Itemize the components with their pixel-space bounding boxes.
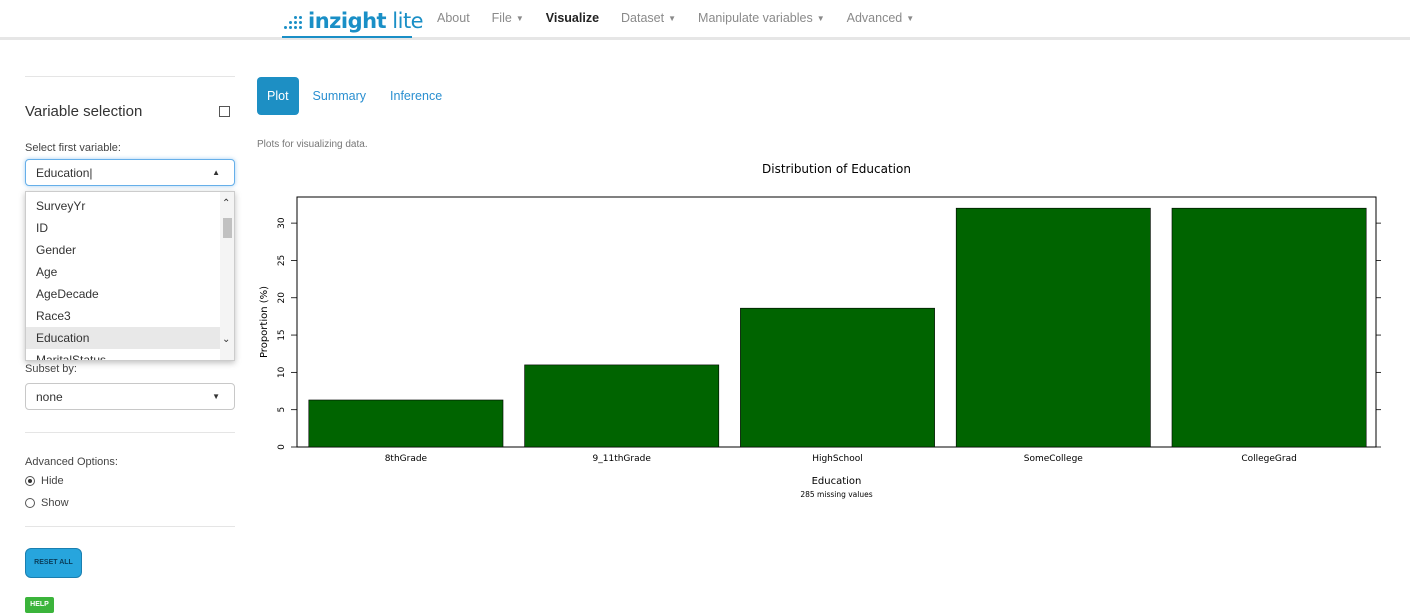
radio-show-label: Show <box>41 497 69 509</box>
nav-menu: About File ▼ Visualize Dataset ▼ Manipulate va… <box>437 11 936 25</box>
bar <box>740 307 935 448</box>
subset-value: none <box>36 390 63 404</box>
tab-plot[interactable]: Plot <box>257 77 299 115</box>
divider <box>25 76 235 77</box>
variable-dropdown-list[interactable]: SurveyYr ID Gender Age AgeDecade Race3 Educati… <box>25 191 235 361</box>
nav-item-dataset[interactable]: Dataset ▼ <box>621 11 676 25</box>
nav-item-advanced[interactable]: Advanced ▼ <box>847 11 915 25</box>
y-tick-label: 25 <box>277 255 287 266</box>
nav-item-file[interactable]: File ▼ <box>492 11 524 25</box>
dropdown-option[interactable]: SurveyYr <box>26 195 234 217</box>
divider <box>25 526 235 527</box>
advanced-options-label: Advanced Options: <box>25 456 118 468</box>
radio-hide-button[interactable] <box>25 476 35 486</box>
caret-down-icon: ▼ <box>515 14 524 23</box>
radio-show-button[interactable] <box>25 498 35 508</box>
first-variable-select[interactable]: Education| ▲ <box>25 159 235 186</box>
help-button[interactable]: HELP <box>25 597 54 613</box>
dropdown-option[interactable]: Education <box>26 327 234 349</box>
chart-title: Distribution of Education <box>762 162 911 176</box>
bar <box>524 364 720 448</box>
scroll-down-icon[interactable]: ⌄ <box>222 334 230 345</box>
dropdown-option[interactable]: AgeDecade <box>26 283 234 305</box>
caret-down-icon: ▼ <box>816 14 825 23</box>
subset-label: Subset by: <box>25 363 77 375</box>
subset-select[interactable]: none ▼ <box>25 383 235 410</box>
y-axis-label: Proportion (%) <box>259 286 270 358</box>
panel-toggle-checkbox[interactable] <box>219 106 230 117</box>
radio-show[interactable]: Show <box>25 497 69 509</box>
tab-inference[interactable]: Inference <box>380 77 452 115</box>
bar <box>308 399 504 448</box>
x-tick-label: SomeCollege <box>1024 454 1084 464</box>
y-tick-label: 20 <box>277 292 287 304</box>
bar-chart: Distribution of Education 8thGrade 9_11thG… <box>259 162 1381 499</box>
caret-down-icon: ▼ <box>212 392 220 401</box>
dropdown-option[interactable]: Race3 <box>26 305 234 327</box>
y-tick-label: 15 <box>277 329 287 340</box>
radio-hide-label: Hide <box>41 475 64 487</box>
divider <box>25 432 235 433</box>
y-tick-label: 10 <box>277 366 287 378</box>
x-tick-label: 9_11thGrade <box>593 454 652 464</box>
bar <box>955 207 1151 448</box>
brand-underline <box>282 36 412 38</box>
nav-item-about[interactable]: About <box>437 11 470 25</box>
first-variable-value: Education <box>36 166 90 180</box>
plot-description: Plots for visualizing data. <box>257 139 368 150</box>
caret-down-icon: ▼ <box>906 14 915 23</box>
dropdown-option[interactable]: Age <box>26 261 234 283</box>
dropdown-scrollbar[interactable]: ⌃ ⌄ <box>220 192 234 360</box>
x-axis-label: Education <box>812 476 862 487</box>
y-tick-label: 5 <box>277 407 287 413</box>
caret-up-icon: ▲ <box>212 168 220 177</box>
brand-name: inzight lite <box>308 9 424 33</box>
scroll-up-icon[interactable]: ⌃ <box>222 198 230 209</box>
nav-item-visualize[interactable]: Visualize <box>546 11 599 25</box>
y-tick-label: 30 <box>277 217 287 229</box>
navbar: inzight lite About File ▼ Visualize Dataset ▼… <box>0 0 1410 40</box>
sidebar <box>25 76 235 77</box>
dropdown-option[interactable]: Gender <box>26 239 234 261</box>
missing-values-note: 285 missing values <box>800 490 872 499</box>
dropdown-items: SurveyYr ID Gender Age AgeDecade Race3 Educati… <box>26 195 234 360</box>
nav-item-manipulate-variables[interactable]: Manipulate variables ▼ <box>698 11 825 25</box>
dropdown-option[interactable]: ID <box>26 217 234 239</box>
panel-title: Variable selection <box>25 103 143 120</box>
tab-summary[interactable]: Summary <box>303 77 376 115</box>
main-tabs: Plot Summary Inference <box>257 77 456 115</box>
x-tick-label: HighSchool <box>812 454 863 464</box>
x-tick-label: 8thGrade <box>385 454 428 464</box>
first-variable-label: Select first variable: <box>25 142 121 154</box>
brand-logo[interactable]: inzight lite <box>282 6 424 38</box>
dropdown-option[interactable]: MaritalStatus <box>26 349 234 360</box>
bar <box>1171 207 1367 448</box>
logo-dots-icon <box>282 10 306 32</box>
y-tick-label: 0 <box>277 444 287 450</box>
x-tick-label: CollegeGrad <box>1241 454 1296 464</box>
radio-hide[interactable]: Hide <box>25 475 64 487</box>
scrollbar-thumb[interactable] <box>223 218 232 238</box>
reset-all-button[interactable]: RESET ALL <box>25 548 82 578</box>
caret-down-icon: ▼ <box>668 14 677 23</box>
